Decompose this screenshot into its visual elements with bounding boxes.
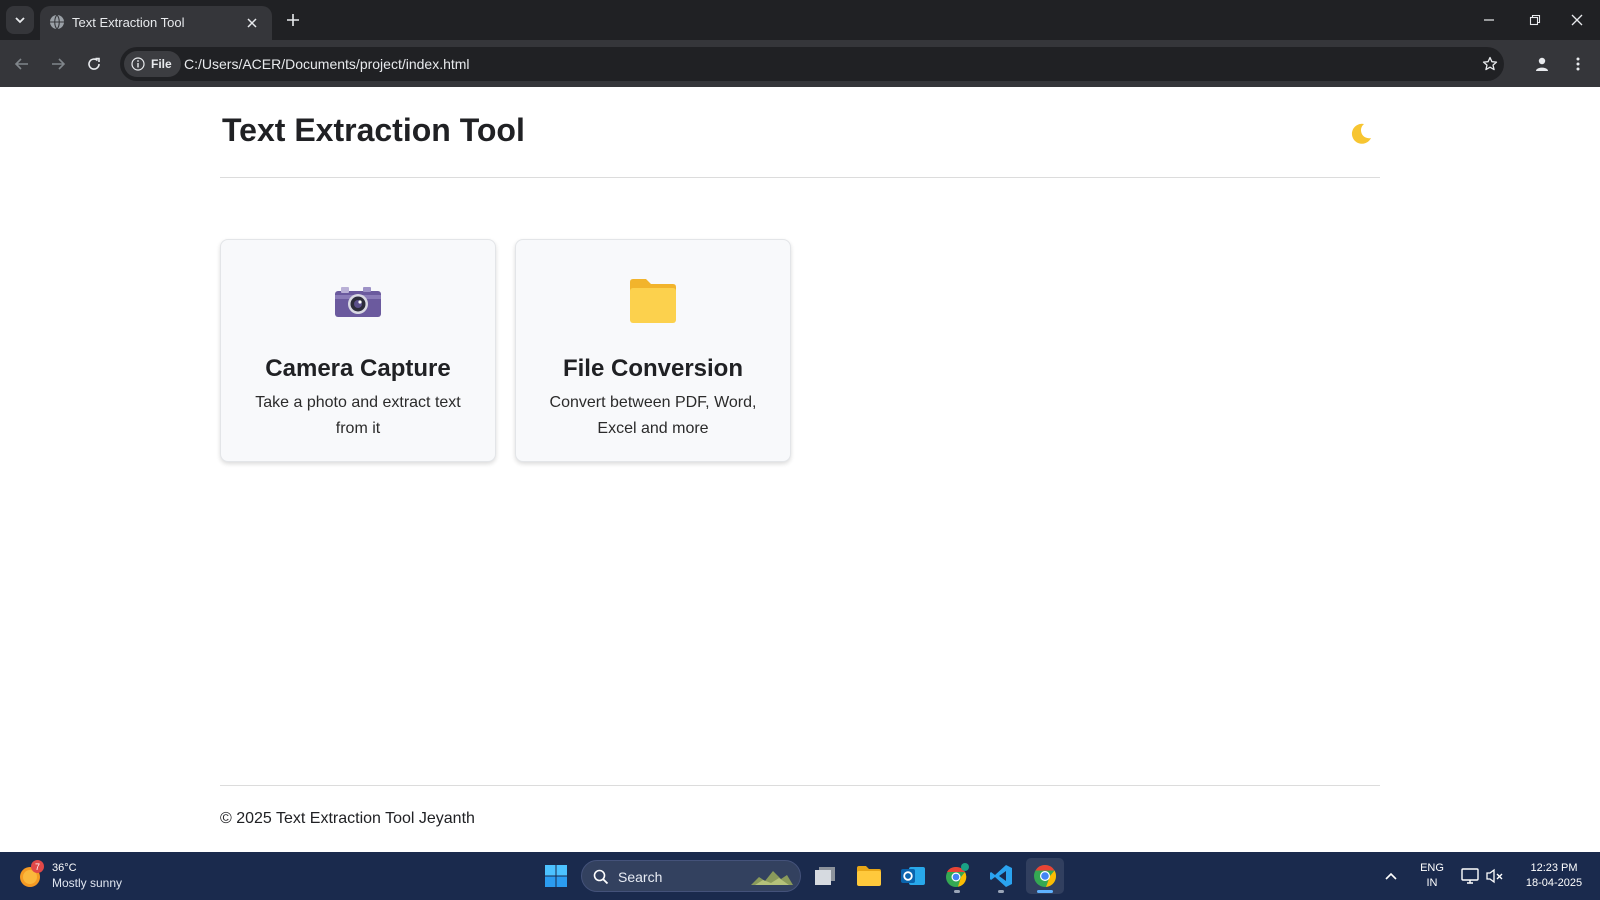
taskbar: 7 36°C Mostly sunny Search ENG IN 12:23 …: [0, 852, 1600, 900]
web-page: Text Extraction Tool Camera Capture Take…: [0, 87, 1600, 852]
card-description: Convert between PDF, Word, Excel and mor…: [549, 394, 757, 437]
info-icon: [131, 57, 145, 71]
minimize-icon: [1484, 19, 1494, 21]
site-chip-label: File: [151, 57, 172, 71]
chevron-down-icon: [15, 17, 25, 24]
profile-button[interactable]: [1528, 50, 1556, 78]
close-icon: [1571, 14, 1583, 26]
minimize-button[interactable]: [1466, 0, 1512, 40]
address-bar[interactable]: File C:/Users/ACER/Documents/project/ind…: [120, 47, 1504, 81]
taskbar-search[interactable]: Search: [581, 860, 801, 892]
close-icon: [247, 18, 257, 28]
show-hidden-icons-button[interactable]: [1375, 858, 1407, 894]
bookmark-button[interactable]: [1479, 53, 1501, 75]
weather-description: Mostly sunny: [52, 876, 123, 890]
browser-toolbar: File C:/Users/ACER/Documents/project/ind…: [0, 40, 1600, 87]
reload-button[interactable]: [80, 50, 108, 78]
card-title: Camera Capture: [265, 355, 451, 382]
close-window-button[interactable]: [1554, 0, 1600, 40]
page-title: Text Extraction Tool: [222, 112, 525, 148]
chrome-icon: [1034, 865, 1057, 887]
language-indicator[interactable]: ENG IN: [1412, 861, 1452, 891]
feature-cards: Camera Capture Take a photo and extract …: [220, 239, 791, 462]
outlook-icon: [901, 867, 925, 885]
task-view-icon: [815, 867, 835, 885]
arrow-left-icon: [14, 58, 28, 70]
task-view-button[interactable]: [806, 858, 844, 894]
running-indicator: [998, 890, 1004, 893]
weather-badge: 7: [31, 860, 44, 873]
monitor-icon: [1461, 868, 1479, 884]
globe-icon: [50, 14, 64, 30]
weather-widget[interactable]: 7 36°C Mostly sunny: [18, 859, 122, 893]
clock-time: 12:23 PM: [1530, 862, 1578, 874]
card-description: Take a photo and extract text from it: [255, 394, 461, 437]
star-icon: [1482, 56, 1498, 71]
chevron-up-icon: [1385, 872, 1397, 880]
plus-icon: [287, 14, 299, 26]
page-header: Text Extraction Tool: [220, 87, 1380, 178]
speaker-muted-icon: [1486, 868, 1503, 884]
volume-button[interactable]: [1481, 858, 1509, 894]
chrome-button[interactable]: [1026, 858, 1064, 894]
sun-icon: 7: [18, 860, 44, 889]
browser-tab-active[interactable]: Text Extraction Tool: [40, 6, 272, 40]
file-explorer-button[interactable]: [850, 858, 888, 894]
search-highlight-icon: [751, 871, 793, 885]
card-title: File Conversion: [562, 355, 744, 382]
folder-icon: [857, 866, 881, 886]
search-label: Search: [618, 869, 663, 885]
active-indicator: [1037, 890, 1053, 893]
reload-icon: [88, 57, 100, 70]
chrome-profile-button[interactable]: [938, 858, 976, 894]
theme-toggle-button[interactable]: [1346, 120, 1374, 148]
tab-title: Text Extraction Tool: [72, 15, 185, 30]
person-icon: [1536, 57, 1548, 71]
new-tab-button[interactable]: [281, 8, 305, 32]
chrome-icon: [946, 863, 969, 887]
tab-close-button[interactable]: [242, 13, 262, 33]
outlook-button[interactable]: [894, 858, 932, 894]
page-footer: © 2025 Text Extraction Tool Jeyanth: [220, 785, 1380, 827]
language-code: ENG: [1420, 862, 1444, 874]
network-button[interactable]: [1456, 858, 1484, 894]
restore-icon: [1529, 14, 1541, 26]
site-info-chip[interactable]: File: [124, 51, 181, 77]
camera-icon: [335, 287, 381, 317]
restore-button[interactable]: [1512, 0, 1558, 40]
windows-icon: [545, 865, 567, 887]
folder-icon-wrap: [516, 274, 790, 328]
url-text[interactable]: C:/Users/ACER/Documents/project/index.ht…: [184, 56, 470, 72]
search-icon: [593, 869, 609, 885]
region-code: IN: [1426, 877, 1438, 889]
vscode-icon: [990, 865, 1012, 887]
arrow-right-icon: [52, 58, 66, 70]
file-conversion-card[interactable]: File Conversion Convert between PDF, Wor…: [515, 239, 791, 462]
browser-titlebar: Text Extraction Tool: [0, 0, 1600, 40]
folder-icon: [630, 279, 676, 323]
running-indicator: [954, 890, 960, 893]
start-button[interactable]: [537, 858, 575, 894]
tab-search-button[interactable]: [6, 6, 34, 34]
clock-date: 18-04-2025: [1525, 877, 1583, 889]
browser-menu-button[interactable]: [1564, 50, 1592, 78]
vscode-button[interactable]: [982, 858, 1020, 894]
camera-capture-card[interactable]: Camera Capture Take a photo and extract …: [220, 239, 496, 462]
camera-icon-wrap: [221, 274, 495, 328]
forward-button[interactable]: [44, 50, 72, 78]
back-button[interactable]: [8, 50, 36, 78]
footer-text: © 2025 Text Extraction Tool Jeyanth: [220, 810, 475, 827]
clock[interactable]: 12:23 PM 18-04-2025: [1512, 861, 1596, 891]
weather-temperature: 36°C: [52, 862, 77, 874]
more-vertical-icon: [1576, 57, 1580, 71]
moon-icon: [1351, 123, 1371, 144]
